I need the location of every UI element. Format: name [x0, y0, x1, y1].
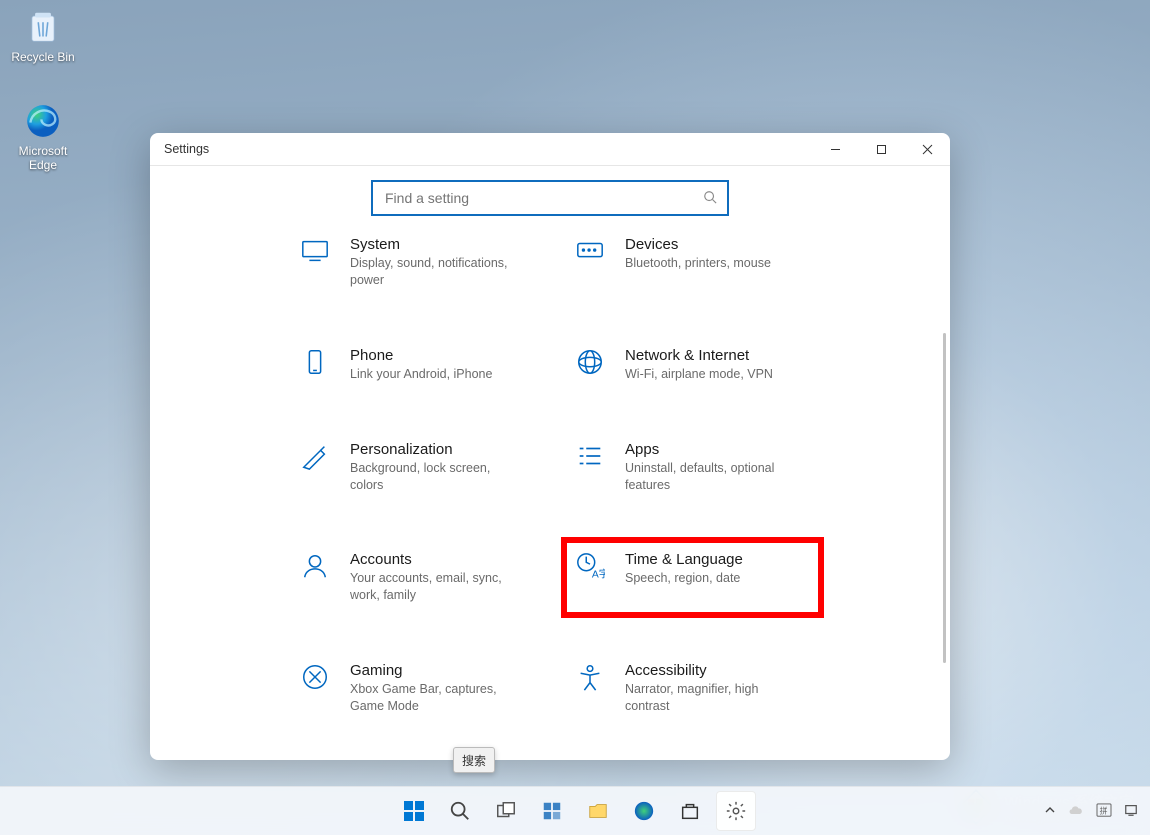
taskbar-center: [394, 791, 756, 831]
category-title: Accessibility: [625, 662, 795, 679]
category-subtitle: Display, sound, notifications, power: [350, 255, 520, 289]
category-subtitle: Uninstall, defaults, optional features: [625, 460, 795, 494]
category-accounts[interactable]: Accounts Your accounts, email, sync, work…: [300, 551, 535, 604]
category-subtitle: Link your Android, iPhone: [350, 366, 492, 383]
maximize-button[interactable]: [858, 133, 904, 165]
category-subtitle: Your accounts, email, sync, work, family: [350, 570, 520, 604]
search-box[interactable]: [371, 180, 729, 216]
category-title: Personalization: [350, 441, 520, 458]
apps-icon: [575, 441, 605, 471]
scrollbar-thumb[interactable]: [943, 333, 946, 663]
network-tray-icon[interactable]: [1124, 803, 1138, 820]
category-subtitle: Background, lock screen, colors: [350, 460, 520, 494]
category-subtitle: Xbox Game Bar, captures, Game Mode: [350, 681, 520, 715]
time-language-icon: A字: [575, 551, 605, 581]
svg-text:A字: A字: [592, 568, 605, 581]
category-gaming[interactable]: Gaming Xbox Game Bar, captures, Game Mode: [300, 662, 535, 715]
onedrive-icon[interactable]: [1068, 804, 1084, 819]
minimize-button[interactable]: [812, 133, 858, 165]
category-title: Accounts: [350, 551, 520, 568]
category-subtitle: Bluetooth, printers, mouse: [625, 255, 771, 272]
gaming-icon: [300, 662, 330, 692]
accounts-icon: [300, 551, 330, 581]
settings-window: Settings System Display, sound, notificat…: [150, 133, 950, 760]
taskbar: 拼: [0, 786, 1150, 835]
window-titlebar: Settings: [150, 133, 950, 166]
category-title: Devices: [625, 236, 771, 253]
recycle-bin-icon: [24, 8, 62, 46]
category-network[interactable]: Network & Internet Wi-Fi, airplane mode, …: [575, 347, 810, 383]
categories-grid: System Display, sound, notifications, pow…: [150, 236, 950, 760]
search-icon: [703, 190, 717, 207]
category-title: Gaming: [350, 662, 520, 679]
desktop-icon-label: Recycle Bin: [6, 50, 80, 64]
edge-taskbar-button[interactable]: [624, 791, 664, 831]
network-icon: [575, 347, 605, 377]
start-button[interactable]: [394, 791, 434, 831]
category-time-language[interactable]: A字 Time & Language Speech, region, date: [575, 551, 810, 604]
category-accessibility[interactable]: Accessibility Narrator, magnifier, high c…: [575, 662, 810, 715]
category-title: Apps: [625, 441, 795, 458]
search-input[interactable]: [383, 189, 703, 207]
widgets-button[interactable]: [532, 791, 572, 831]
category-title: Time & Language: [625, 551, 743, 568]
settings-taskbar-button[interactable]: [716, 791, 756, 831]
window-title: Settings: [164, 142, 209, 156]
file-explorer-button[interactable]: [578, 791, 618, 831]
category-apps[interactable]: Apps Uninstall, defaults, optional featur…: [575, 441, 810, 494]
desktop-icon-edge[interactable]: Microsoft Edge: [6, 102, 80, 172]
task-view-button[interactable]: [486, 791, 526, 831]
tray-chevron-icon[interactable]: [1044, 804, 1056, 819]
category-phone[interactable]: Phone Link your Android, iPhone: [300, 347, 535, 383]
svg-text:拼: 拼: [1100, 805, 1108, 815]
phone-icon: [300, 347, 330, 377]
category-title: System: [350, 236, 520, 253]
devices-icon: [575, 236, 605, 266]
search-row: [150, 166, 950, 236]
category-title: Phone: [350, 347, 492, 364]
category-devices[interactable]: Devices Bluetooth, printers, mouse: [575, 236, 810, 289]
system-icon: [300, 236, 330, 266]
store-button[interactable]: [670, 791, 710, 831]
ime-icon[interactable]: 拼: [1096, 803, 1112, 820]
category-title: Network & Internet: [625, 347, 773, 364]
taskbar-search-button[interactable]: [440, 791, 480, 831]
category-subtitle: Narrator, magnifier, high contrast: [625, 681, 795, 715]
personalization-icon: [300, 441, 330, 471]
category-system[interactable]: System Display, sound, notifications, pow…: [300, 236, 535, 289]
taskbar-tooltip: 搜索: [453, 747, 495, 773]
category-personalization[interactable]: Personalization Background, lock screen, …: [300, 441, 535, 494]
category-subtitle: Wi-Fi, airplane mode, VPN: [625, 366, 773, 383]
accessibility-icon: [575, 662, 605, 692]
close-button[interactable]: [904, 133, 950, 165]
system-tray[interactable]: 拼: [1044, 803, 1138, 820]
desktop-icon-label: Microsoft Edge: [6, 144, 80, 172]
category-subtitle: Speech, region, date: [625, 570, 743, 587]
desktop-icon-recycle-bin[interactable]: Recycle Bin: [6, 8, 80, 64]
edge-icon: [24, 102, 62, 140]
